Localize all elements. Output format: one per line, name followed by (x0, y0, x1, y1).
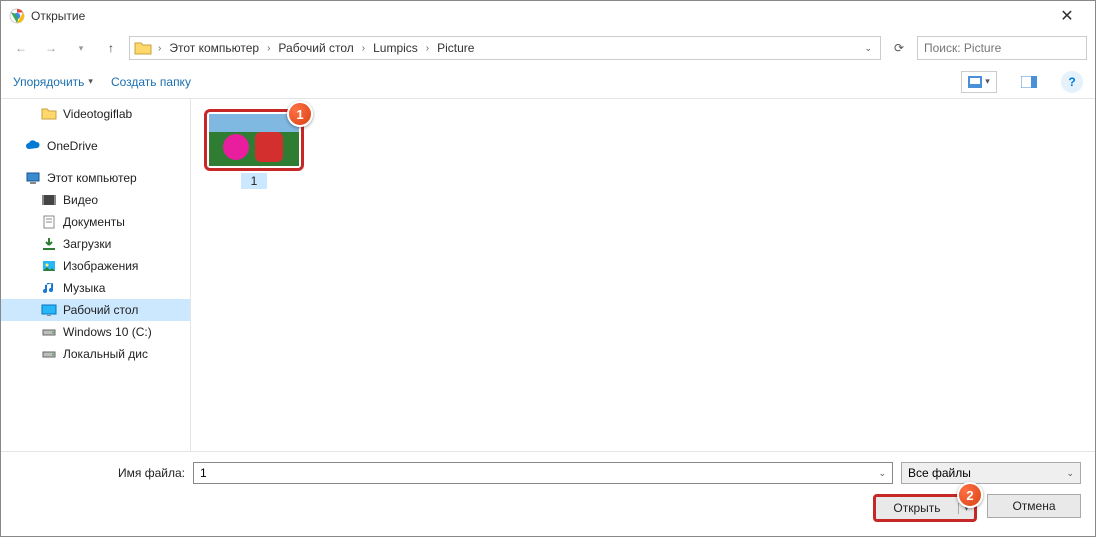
preview-pane-button[interactable] (1015, 71, 1043, 93)
sidebar-item-label: Videotogiflab (63, 107, 132, 121)
search-input[interactable] (917, 36, 1087, 60)
sidebar-item[interactable]: Windows 10 (C:) (1, 321, 190, 343)
footer: Имя файла: 1 ⌄ Все файлы ⌄ Открыть ▾ Отм… (1, 451, 1095, 536)
crumb-1[interactable]: Рабочий стол (274, 39, 357, 57)
body: Videotogiflab OneDrive Этот компьютер Видео… (1, 99, 1095, 451)
close-button[interactable]: ✕ (1047, 6, 1087, 26)
breadcrumb[interactable]: › Этот компьютер › Рабочий стол › Lumpic… (129, 36, 881, 60)
filename-label: Имя файла: (15, 466, 185, 480)
sidebar-item-label: Видео (63, 193, 98, 207)
drive-icon (41, 346, 57, 362)
titlebar: Открытие ✕ (1, 1, 1095, 31)
sidebar-item-label: Загрузки (63, 237, 111, 251)
sidebar-item-label: Рабочий стол (63, 303, 138, 317)
folder-icon (41, 106, 57, 122)
chevron-down-icon[interactable]: ⌄ (878, 468, 886, 479)
organize-menu[interactable]: Упорядочить▾ (13, 75, 93, 89)
sidebar-item[interactable]: Документы (1, 211, 190, 233)
music-icon (41, 280, 57, 296)
sidebar-item-label: Изображения (63, 259, 138, 273)
sidebar-item[interactable]: Музыка (1, 277, 190, 299)
forward-button: → (39, 36, 63, 60)
filetype-select[interactable]: Все файлы ⌄ (901, 462, 1081, 484)
annotation-marker-1: 1 (287, 101, 313, 127)
onedrive-icon (25, 138, 41, 154)
file-open-dialog: Открытие ✕ ← → ▾ ↑ › Этот компьютер › Ра… (0, 0, 1096, 537)
sidebar-item-label: Локальный дис (63, 347, 148, 361)
breadcrumb-dropdown[interactable]: ⌄ (860, 43, 876, 54)
help-button[interactable]: ? (1061, 71, 1083, 93)
pictures-icon (41, 258, 57, 274)
sidebar-item[interactable]: OneDrive (1, 135, 190, 157)
dialog-title: Открытие (31, 9, 1047, 23)
file-item[interactable]: 1 1 (201, 109, 307, 189)
sidebar-item[interactable]: Загрузки (1, 233, 190, 255)
sidebar-item-label: Документы (63, 215, 125, 229)
chevron-right-icon: › (358, 43, 369, 54)
drive-icon (41, 324, 57, 340)
sidebar-item-label: Этот компьютер (47, 171, 137, 185)
folder-icon (134, 39, 152, 57)
video-icon (41, 192, 57, 208)
downloads-icon (41, 236, 57, 252)
sidebar-item-label: Музыка (63, 281, 105, 295)
cancel-button[interactable]: Отмена (987, 494, 1081, 518)
sidebar-item-label: OneDrive (47, 139, 98, 153)
sidebar-item[interactable]: Изображения (1, 255, 190, 277)
file-pane[interactable]: 1 1 (191, 99, 1095, 451)
crumb-3[interactable]: Picture (433, 39, 478, 57)
chrome-icon (9, 8, 25, 24)
sidebar-item[interactable]: Видео (1, 189, 190, 211)
sidebar-item[interactable]: Рабочий стол (1, 299, 190, 321)
nav-row: ← → ▾ ↑ › Этот компьютер › Рабочий стол … (1, 31, 1095, 65)
chevron-right-icon: › (422, 43, 433, 54)
sidebar-item[interactable]: Этот компьютер (1, 167, 190, 189)
recent-dropdown[interactable]: ▾ (69, 36, 93, 60)
crumb-0[interactable]: Этот компьютер (165, 39, 263, 57)
sidebar: Videotogiflab OneDrive Этот компьютер Видео… (1, 99, 191, 451)
docs-icon (41, 214, 57, 230)
desktop-icon (41, 302, 57, 318)
crumb-2[interactable]: Lumpics (369, 39, 422, 57)
chevron-down-icon: ▾ (88, 76, 93, 87)
new-folder-button[interactable]: Создать папку (111, 75, 191, 89)
view-mode-button[interactable]: ▾ (961, 71, 997, 93)
filename-input[interactable]: 1 ⌄ (193, 462, 893, 484)
toolbar: Упорядочить▾ Создать папку ▾ ? (1, 65, 1095, 99)
up-button[interactable]: ↑ (99, 36, 123, 60)
chevron-right-icon: › (263, 43, 274, 54)
sidebar-item[interactable]: Локальный дис (1, 343, 190, 365)
pc-icon (25, 170, 41, 186)
back-button[interactable]: ← (9, 36, 33, 60)
chevron-down-icon: ⌄ (1066, 468, 1074, 479)
file-name: 1 (241, 173, 268, 189)
annotation-marker-2: 2 (957, 482, 983, 508)
sidebar-item[interactable]: Videotogiflab (1, 103, 190, 125)
sidebar-item-label: Windows 10 (C:) (63, 325, 152, 339)
chevron-right-icon: › (154, 43, 165, 54)
refresh-button[interactable]: ⟳ (887, 36, 911, 60)
